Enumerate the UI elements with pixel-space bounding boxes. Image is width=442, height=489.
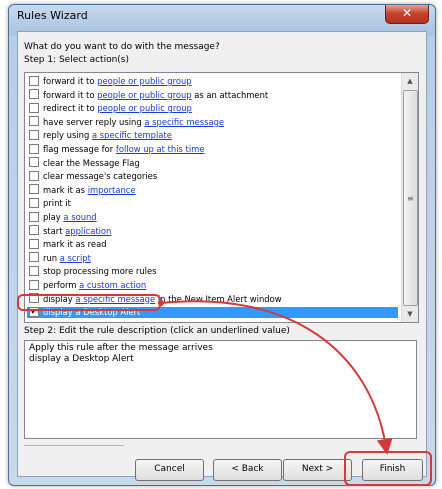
action-link[interactable]: application [65, 226, 111, 236]
checkbox[interactable] [29, 252, 39, 263]
action-text: display [43, 293, 76, 304]
grip-icon: ≡ [407, 194, 414, 203]
action-item[interactable]: redirect it to people or public group [27, 102, 399, 114]
action-text: in the New Item Alert window [155, 293, 282, 304]
action-text: print it [43, 198, 71, 209]
action-link[interactable]: a custom action [79, 280, 146, 290]
action-link[interactable]: follow up at this time [116, 144, 205, 154]
action-text: redirect it to [43, 103, 98, 114]
action-item[interactable]: run a script [27, 252, 399, 264]
checkbox[interactable] [29, 265, 39, 276]
prompt-label: What do you want to do with the message? [24, 42, 220, 52]
window-title: Rules Wizard [17, 9, 88, 22]
step2-label: Step 2: Edit the rule description (click… [24, 326, 290, 336]
checkbox[interactable] [29, 116, 39, 127]
scroll-thumb[interactable]: ≡ [403, 90, 418, 306]
back-button[interactable]: < Back [213, 459, 282, 481]
rules-wizard-window: Rules Wizard ✕ What do you want to do wi… [8, 4, 436, 486]
action-item[interactable]: forward it to people or public group [27, 75, 399, 87]
checkbox[interactable] [29, 129, 39, 140]
action-link[interactable]: a sound [63, 212, 96, 222]
action-item[interactable]: flag message for follow up at this time [27, 143, 399, 155]
checkbox[interactable] [29, 279, 39, 290]
checkbox-checked[interactable]: ✔ [29, 306, 39, 317]
action-item[interactable]: mark it as importance [27, 184, 399, 196]
action-link[interactable]: importance [88, 185, 136, 195]
checkbox[interactable] [29, 211, 39, 222]
action-link[interactable]: people or public group [97, 90, 191, 100]
action-link[interactable]: a specific template [92, 130, 172, 140]
action-text: as an attachment [191, 89, 269, 100]
checkbox[interactable] [29, 75, 39, 86]
action-text: play [43, 212, 64, 222]
action-text: reply using [43, 130, 92, 141]
step1-label: Step 1: Select action(s) [24, 55, 130, 65]
action-link[interactable]: a script [60, 253, 91, 263]
checkbox[interactable] [29, 225, 39, 236]
action-text: forward it to [43, 89, 98, 100]
action-text: have server reply using [43, 116, 145, 127]
action-text: start [43, 225, 66, 236]
dialog-body: What do you want to do with the message?… [17, 31, 427, 481]
checkbox[interactable] [29, 238, 39, 249]
action-item[interactable]: display a specific message in the New It… [27, 293, 399, 305]
checkbox[interactable] [29, 197, 39, 208]
action-item[interactable]: clear message's categories [27, 170, 399, 182]
action-text: clear the Message Flag [43, 157, 140, 168]
description-line: display a Desktop Alert [29, 354, 134, 364]
checkbox[interactable] [29, 170, 39, 181]
action-text: forward it to [43, 76, 98, 86]
scroll-up-icon[interactable]: ▲ [402, 73, 418, 89]
actions-list[interactable]: forward it to people or public group forw… [24, 72, 419, 323]
separator [24, 445, 124, 446]
action-item[interactable]: mark it as read [27, 238, 399, 250]
action-text: run [43, 252, 60, 263]
checkbox[interactable] [29, 102, 39, 113]
action-item[interactable]: print it [27, 197, 399, 209]
action-item[interactable]: perform a custom action [27, 279, 399, 291]
description-line: Apply this rule after the message arrive… [29, 343, 213, 353]
checkbox[interactable] [29, 293, 39, 304]
action-item[interactable]: play a sound [27, 211, 399, 223]
action-text: mark it as read [43, 239, 107, 250]
rule-description-box: Apply this rule after the message arrive… [24, 340, 417, 439]
close-button[interactable]: ✕ [385, 5, 429, 24]
action-item[interactable]: ✔ display a Desktop Alert [27, 306, 398, 319]
action-item[interactable]: reply using a specific template [27, 129, 399, 141]
action-item[interactable]: start application [27, 225, 399, 237]
action-text: display a Desktop Alert [43, 307, 141, 318]
checkbox[interactable] [29, 157, 39, 168]
checkbox[interactable] [29, 143, 39, 154]
action-item[interactable]: have server reply using a specific messa… [27, 116, 399, 128]
action-text: perform [43, 280, 80, 290]
action-link[interactable]: a specific message [75, 294, 155, 304]
action-item[interactable]: forward it to people or public group as … [27, 89, 399, 101]
scroll-down-icon[interactable]: ▼ [402, 306, 418, 322]
action-link[interactable]: people or public group [97, 103, 191, 113]
action-text: clear message's categories [43, 171, 158, 182]
close-icon: ✕ [401, 6, 413, 20]
finish-button[interactable]: Finish [362, 459, 423, 481]
action-text: flag message for [43, 144, 116, 154]
action-text: mark it as [43, 184, 88, 195]
vertical-scrollbar[interactable]: ▲ ≡ ▼ [401, 73, 418, 322]
action-link[interactable]: a specific message [144, 117, 224, 127]
checkbox[interactable] [29, 184, 39, 195]
action-item[interactable]: clear the Message Flag [27, 157, 399, 169]
action-link[interactable]: people or public group [97, 76, 191, 86]
action-item[interactable]: stop processing more rules [27, 265, 399, 277]
next-button[interactable]: Next > [283, 459, 352, 481]
cancel-button[interactable]: Cancel [135, 459, 204, 481]
checkbox[interactable] [29, 89, 39, 100]
action-text: stop processing more rules [43, 266, 157, 277]
